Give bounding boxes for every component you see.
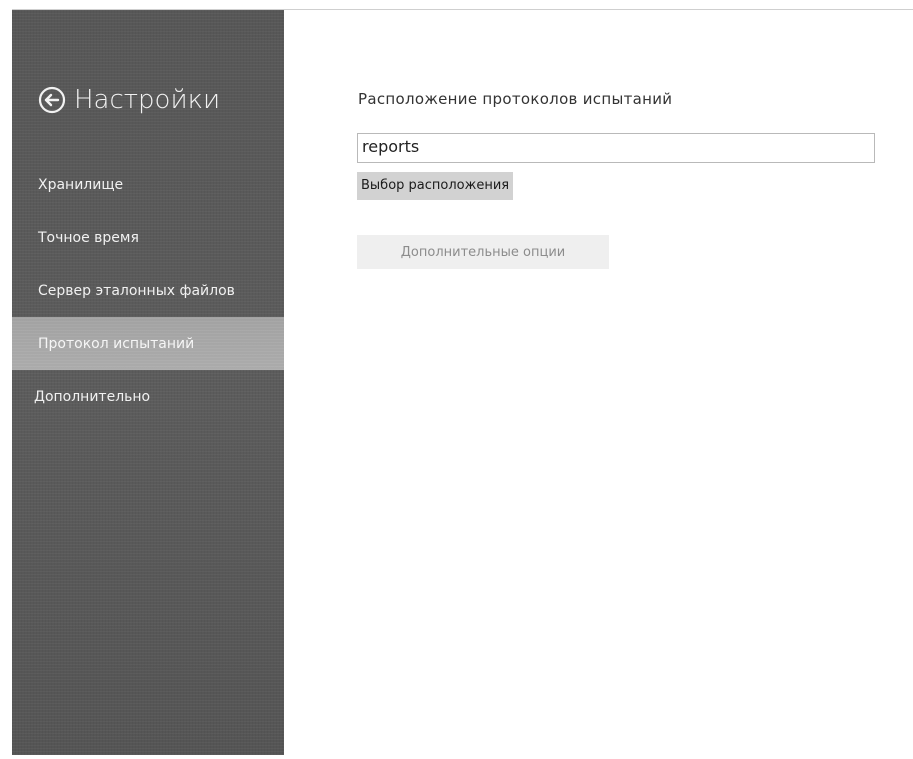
- settings-nav: Хранилище Точное время Сервер эталонных …: [12, 158, 284, 423]
- nav-item-label: Дополнительно: [34, 388, 151, 405]
- additional-options-button[interactable]: Дополнительные опции: [357, 235, 609, 269]
- nav-item-reference-server[interactable]: Сервер эталонных файлов: [12, 264, 284, 317]
- bottom-edge: [12, 755, 913, 759]
- back-arrow-circle-icon[interactable]: [38, 86, 66, 114]
- nav-item-label: Хранилище: [38, 176, 124, 193]
- choose-location-button[interactable]: Выбор расположения: [357, 172, 514, 200]
- nav-item-storage[interactable]: Хранилище: [12, 158, 284, 211]
- nav-item-label: Точное время: [38, 229, 139, 246]
- nav-item-label: Сервер эталонных файлов: [38, 282, 235, 299]
- settings-content: Расположение протоколов испытаний Выбор …: [284, 10, 913, 759]
- nav-item-precise-time[interactable]: Точное время: [12, 211, 284, 264]
- settings-title: Настройки: [74, 85, 221, 115]
- protocol-location-input[interactable]: [357, 133, 875, 163]
- nav-item-additional[interactable]: Дополнительно: [12, 370, 284, 423]
- settings-sidebar: Настройки Хранилище Точное время Сервер …: [12, 10, 284, 755]
- protocol-location-label: Расположение протоколов испытаний: [358, 90, 673, 108]
- nav-item-test-protocol[interactable]: Протокол испытаний: [12, 317, 284, 370]
- settings-window: Настройки Хранилище Точное время Сервер …: [0, 0, 913, 759]
- nav-item-label: Протокол испытаний: [38, 335, 195, 352]
- back-button[interactable]: Настройки: [38, 80, 220, 120]
